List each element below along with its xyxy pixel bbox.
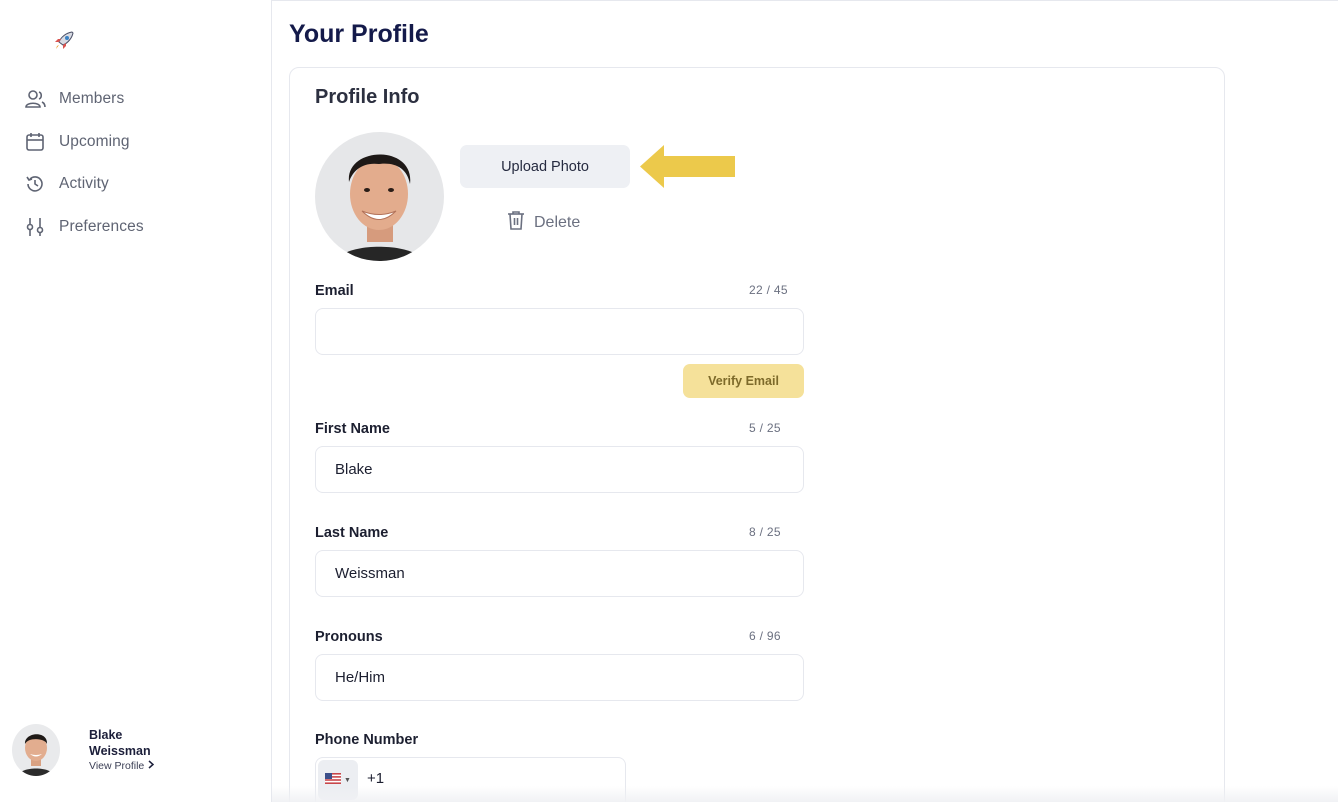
trash-icon [506, 209, 526, 236]
last-name-label: Last Name [315, 525, 389, 541]
email-field[interactable] [315, 308, 804, 355]
email-char-counter: 22 / 45 [749, 283, 788, 297]
verify-email-button[interactable]: Verify Email [683, 364, 804, 398]
first-name-char-counter: 5 / 25 [749, 421, 781, 435]
view-profile-link[interactable]: View Profile [89, 760, 155, 772]
last-name-field[interactable] [315, 550, 804, 597]
sidebar-nav: Members Upcoming Activity Preferences [24, 78, 144, 248]
pronouns-label: Pronouns [315, 629, 383, 645]
last-name-char-counter: 8 / 25 [749, 525, 781, 539]
caret-down-icon: ▼ [344, 776, 351, 784]
phone-number-label: Phone Number [315, 732, 419, 748]
sidebar-item-label: Preferences [59, 217, 144, 235]
section-title: Profile Info [315, 86, 420, 108]
pronouns-field[interactable] [315, 654, 804, 701]
user-last-name: Weissman [89, 744, 151, 758]
sidebar: Members Upcoming Activity Preferences Bl… [0, 0, 272, 802]
scroll-fade [272, 786, 1338, 802]
delete-label: Delete [534, 213, 581, 231]
dial-code: +1 [367, 770, 385, 787]
sidebar-item-activity[interactable]: Activity [24, 163, 144, 206]
sliders-icon [24, 216, 46, 238]
user-info: Blake Weissman View Profile [89, 727, 155, 772]
sidebar-item-label: Members [59, 90, 125, 108]
sidebar-item-label: Upcoming [59, 132, 130, 150]
sidebar-item-label: Activity [59, 175, 109, 193]
view-profile-label: View Profile [89, 760, 145, 772]
page-title: Your Profile [289, 20, 429, 48]
user-first-name: Blake [89, 728, 123, 742]
email-label: Email [315, 283, 354, 299]
sidebar-item-members[interactable]: Members [24, 78, 144, 121]
rocket-icon[interactable] [52, 30, 76, 52]
arrow-left-icon [640, 145, 735, 188]
upload-photo-button[interactable]: Upload Photo [460, 145, 630, 188]
chevron-right-icon [148, 760, 155, 772]
sidebar-item-upcoming[interactable]: Upcoming [24, 121, 144, 164]
sidebar-item-preferences[interactable]: Preferences [24, 206, 144, 249]
first-name-label: First Name [315, 421, 390, 437]
avatar [12, 724, 60, 776]
history-icon [24, 173, 46, 195]
delete-photo-button[interactable]: Delete [506, 209, 580, 236]
user-card[interactable]: Blake Weissman View Profile [12, 724, 155, 776]
profile-photo [315, 132, 444, 261]
members-icon [24, 88, 46, 110]
calendar-icon [24, 131, 46, 153]
pronouns-char-counter: 6 / 96 [749, 629, 781, 643]
first-name-field[interactable] [315, 446, 804, 493]
